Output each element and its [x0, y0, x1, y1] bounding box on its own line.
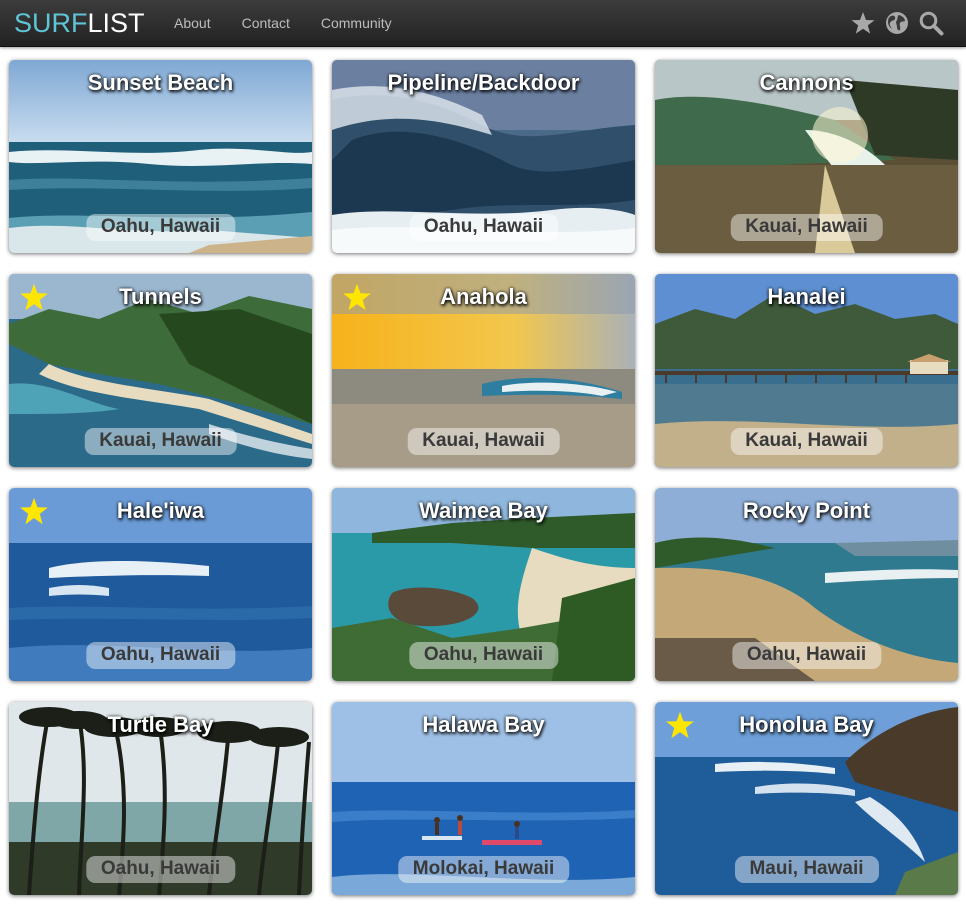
spot-location: Kauai, Hawaii	[730, 428, 883, 455]
top-navbar: SURFLIST About Contact Community	[0, 0, 966, 47]
spot-card[interactable]: Sunset Beach Oahu, Hawaii	[9, 60, 312, 253]
nav-links: About Contact Community	[174, 15, 423, 31]
spot-card[interactable]: Honolua Bay Maui, Hawaii	[655, 702, 958, 895]
spot-card[interactable]: Halawa Bay Molokai, Hawaii	[332, 702, 635, 895]
star-icon[interactable]	[850, 10, 876, 36]
spot-name: Cannons	[759, 70, 854, 95]
spot-card[interactable]: Turtle Bay Oahu, Hawaii	[9, 702, 312, 895]
spot-location: Molokai, Hawaii	[397, 856, 570, 883]
spot-name: Anahola	[440, 284, 527, 309]
spot-card[interactable]: Pipeline/Backdoor Oahu, Hawaii	[332, 60, 635, 253]
search-icon[interactable]	[918, 10, 944, 36]
surf-spot-grid: Sunset Beach Oahu, Hawaii Pipeline/Backd…	[9, 60, 958, 895]
spot-location: Oahu, Hawaii	[408, 642, 559, 669]
spot-name: Hanalei	[767, 284, 846, 309]
spot-name: Tunnels	[119, 284, 202, 309]
spot-name: Halawa Bay	[422, 712, 545, 737]
nav-link-contact[interactable]: Contact	[242, 15, 290, 31]
nav-link-community[interactable]: Community	[321, 15, 392, 31]
spot-location: Oahu, Hawaii	[731, 642, 882, 669]
spot-card[interactable]: Waimea Bay Oahu, Hawaii	[332, 488, 635, 681]
brand-logo-list: LIST	[87, 8, 145, 38]
spot-name: Turtle Bay	[107, 712, 214, 737]
spot-card[interactable]: Hanalei Kauai, Hawaii	[655, 274, 958, 467]
brand-logo[interactable]: SURFLIST	[14, 7, 145, 39]
spot-card[interactable]: Anahola Kauai, Hawaii	[332, 274, 635, 467]
spot-name: Hale'iwa	[116, 498, 205, 523]
spot-location: Oahu, Hawaii	[85, 214, 236, 241]
spot-location: Kauai, Hawaii	[730, 214, 883, 241]
spot-name: Honolua Bay	[739, 712, 874, 737]
spot-location: Maui, Hawaii	[734, 856, 879, 883]
spot-name: Waimea Bay	[419, 498, 548, 523]
spot-card[interactable]: Rocky Point Oahu, Hawaii	[655, 488, 958, 681]
spot-name: Rocky Point	[742, 498, 871, 523]
spot-name: Sunset Beach	[87, 70, 234, 95]
spot-name: Pipeline/Backdoor	[387, 70, 580, 95]
nav-icons	[850, 10, 944, 36]
spot-card[interactable]: Hale'iwa Oahu, Hawaii	[9, 488, 312, 681]
spot-location: Oahu, Hawaii	[408, 214, 559, 241]
brand-logo-surf: SURF	[14, 8, 88, 38]
spot-card[interactable]: Tunnels Kauai, Hawaii	[9, 274, 312, 467]
spot-location: Kauai, Hawaii	[407, 428, 560, 455]
spot-location: Kauai, Hawaii	[84, 428, 237, 455]
spot-card[interactable]: Cannons Kauai, Hawaii	[655, 60, 958, 253]
spot-location: Oahu, Hawaii	[85, 642, 236, 669]
spot-location: Oahu, Hawaii	[85, 856, 236, 883]
globe-icon[interactable]	[884, 10, 910, 36]
nav-link-about[interactable]: About	[174, 15, 211, 31]
